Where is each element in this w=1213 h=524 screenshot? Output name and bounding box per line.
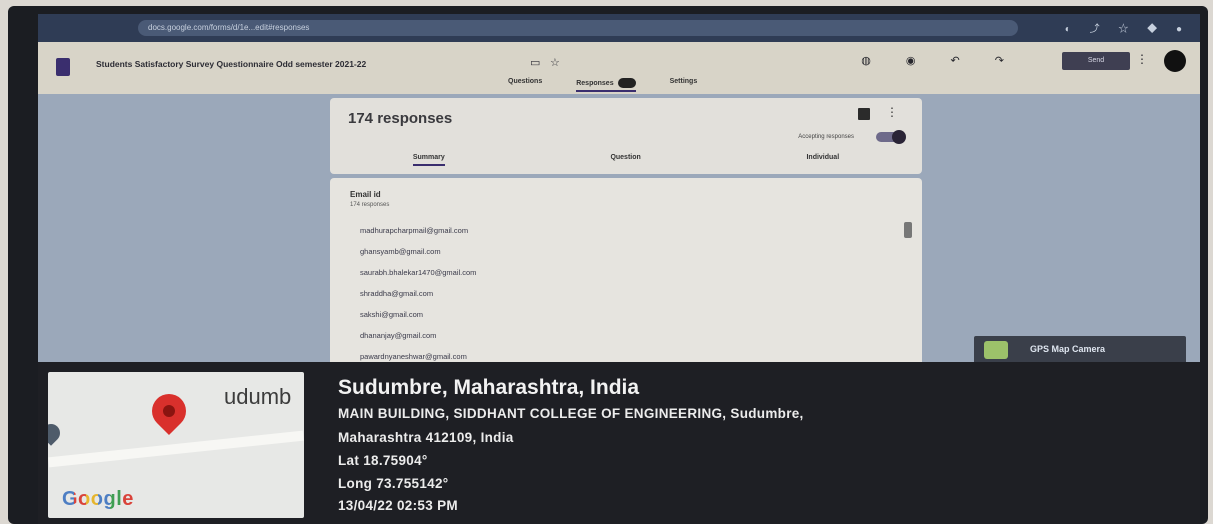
- tab-question[interactable]: Question: [610, 154, 640, 166]
- map-road: [48, 430, 304, 468]
- tab-settings[interactable]: Settings: [670, 78, 698, 92]
- spreadsheet-icon[interactable]: [858, 108, 870, 120]
- question-response-count: 174 responses: [350, 202, 390, 208]
- google-logo: Google: [62, 488, 134, 511]
- form-tabs: Questions Responses Settings: [508, 78, 697, 92]
- star-icon[interactable]: ☆: [550, 56, 560, 69]
- browser-address-bar: docs.google.com/forms/d/1e...edit#respon…: [38, 14, 1200, 42]
- more-options-icon[interactable]: ⋮: [1136, 52, 1148, 66]
- grey-pin-icon: [48, 420, 64, 446]
- response-count-badge: [617, 78, 636, 88]
- responses-sub-tabs: Summary Question Individual: [330, 154, 922, 166]
- accepting-responses-toggle[interactable]: [876, 130, 906, 144]
- location-pin-icon: [144, 386, 194, 436]
- accepting-responses-label: Accepting responses: [798, 134, 854, 140]
- tab-responses-label: Responses: [576, 79, 614, 87]
- list-item: madhurapcharpmail@gmail.com: [360, 226, 469, 235]
- monitor-bezel: docs.google.com/forms/d/1e...edit#respon…: [8, 6, 1208, 524]
- header-action-icons[interactable]: ◍ ◉ ↶ ↷: [861, 54, 1020, 67]
- folder-icon[interactable]: ▭: [530, 56, 540, 69]
- list-item: dhananjay@gmail.com: [360, 331, 437, 340]
- form-title[interactable]: Students Satisfactory Survey Questionnai…: [96, 59, 366, 69]
- tab-questions[interactable]: Questions: [508, 78, 542, 92]
- list-item: shraddha@gmail.com: [360, 289, 434, 298]
- timestamp: 13/04/22 02:53 PM: [338, 498, 458, 513]
- responses-summary-card: 174 responses ⋮ Accepting responses Summ…: [330, 98, 922, 174]
- list-item: saurabh.bhalekar1470@gmail.com: [360, 268, 477, 277]
- question-title: Email id: [350, 190, 381, 199]
- photo-background: docs.google.com/forms/d/1e...edit#respon…: [0, 0, 1213, 524]
- browser-toolbar-icons[interactable]: ◐ ⤴ ☆ ◆ ●: [1065, 20, 1190, 35]
- more-options-icon[interactable]: ⋮: [886, 105, 898, 119]
- longitude: Long 73.755142°: [338, 476, 449, 491]
- url-field[interactable]: docs.google.com/forms/d/1e...edit#respon…: [138, 20, 1018, 36]
- avatar[interactable]: [1164, 50, 1186, 72]
- gps-map-camera-badge: GPS Map Camera: [974, 336, 1186, 364]
- list-item: ghansyamb@gmail.com: [360, 247, 441, 256]
- screen: docs.google.com/forms/d/1e...edit#respon…: [38, 14, 1200, 364]
- latitude: Lat 18.75904°: [338, 453, 428, 468]
- map-place-label: udumb: [224, 384, 292, 409]
- tab-summary[interactable]: Summary: [412, 154, 445, 166]
- map-thumbnail: udumb Google: [48, 372, 304, 518]
- location-overlay: udumb Google Sudumbre, Maharashtra, Indi…: [38, 362, 1200, 524]
- email-list: madhurapcharpmail@gmail.com ghansyamb@gm…: [360, 226, 476, 364]
- gps-badge-label: GPS Map Camera: [1030, 344, 1106, 354]
- tab-individual[interactable]: Individual: [806, 154, 839, 166]
- scrollbar-thumb[interactable]: [904, 222, 912, 238]
- list-item: sakshi@gmail.com: [360, 310, 424, 319]
- question-responses-card: Email id 174 responses madhurapcharpmail…: [330, 178, 922, 364]
- address-line-2: Maharashtra 412109, India: [338, 430, 514, 445]
- forms-header: Students Satisfactory Survey Questionnai…: [38, 42, 1200, 94]
- google-logo-text: Google: [62, 488, 134, 510]
- tab-responses[interactable]: Responses: [576, 78, 636, 92]
- send-button[interactable]: Send: [1062, 52, 1130, 70]
- forms-logo-icon[interactable]: [56, 58, 70, 76]
- camera-app-icon: [984, 341, 1008, 359]
- responses-count: 174 responses: [348, 110, 453, 127]
- location-title: Sudumbre, Maharashtra, India: [338, 376, 640, 399]
- address-line-1: MAIN BUILDING, SIDDHANT COLLEGE OF ENGIN…: [338, 406, 804, 421]
